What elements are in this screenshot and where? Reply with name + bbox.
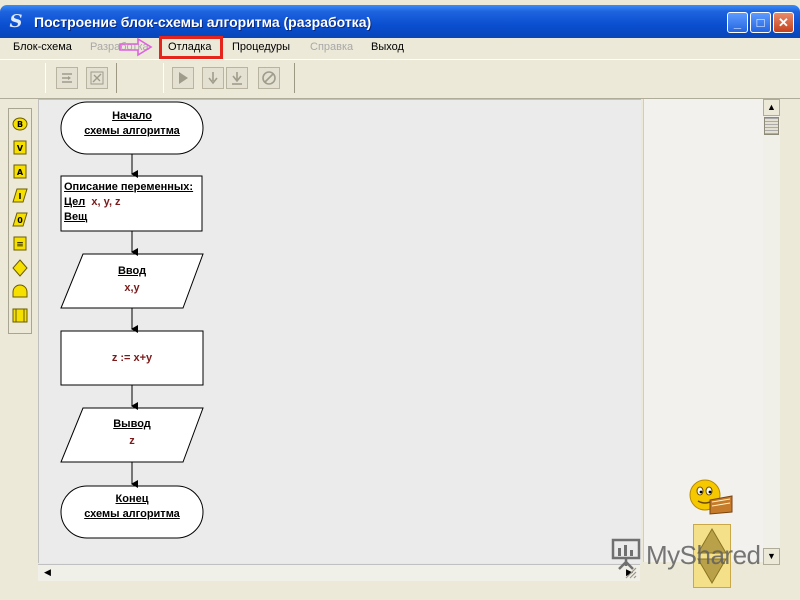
arrow-down-icon: ▼ [767, 551, 776, 561]
close-icon: ✕ [778, 15, 789, 30]
menu-item-exit[interactable]: Выход [371, 41, 404, 53]
presentation-board-icon [611, 538, 641, 570]
palette-assign[interactable]: A [12, 163, 28, 181]
palette-begin[interactable]: B [12, 115, 28, 133]
menu-item-help[interactable]: Справка [310, 41, 353, 53]
input-block[interactable]: Ввод x,y [61, 265, 203, 294]
menu-item-procedures[interactable]: Процедуры [232, 41, 290, 53]
palette-procedure[interactable] [12, 307, 28, 325]
run-button[interactable] [172, 67, 194, 89]
end-block-icon [12, 284, 28, 298]
end-block-line2: схемы алгоритма [84, 508, 180, 520]
end-block-line1: Конец [115, 493, 149, 505]
output-block-title: Вывод [113, 418, 151, 430]
minimize-button[interactable]: _ [727, 12, 748, 33]
start-block-line1: Начало [112, 110, 152, 122]
flowchart-canvas[interactable]: Начало схемы алгоритма Описание переменн… [38, 99, 641, 563]
watch-button[interactable] [86, 67, 108, 89]
title-bar[interactable]: S Построение блок-схемы алгоритма (разра… [0, 5, 800, 38]
palette-loop[interactable]: 0 [12, 211, 28, 229]
horizontal-scrollbar[interactable]: ◀ ▶ [38, 564, 640, 581]
assign-block-expr: z := x+y [111, 352, 153, 364]
palette-end[interactable] [12, 283, 28, 301]
vars-block[interactable]: Описание переменных: Цел x, y, z Вещ [64, 181, 202, 223]
vars-block-title: Описание переменных: [64, 181, 194, 193]
start-block[interactable]: Начало схемы алгоритма [61, 110, 203, 137]
step-into-button[interactable] [202, 67, 224, 89]
procedure-block-icon [12, 308, 28, 323]
end-block[interactable]: Конец схемы алгоритма [61, 493, 203, 520]
block-palette: B V A I 0 ≡ [8, 108, 32, 334]
toolbar-group-debug [163, 63, 295, 93]
arrow-up-icon: ▲ [767, 102, 776, 112]
toolbar-group-edit [45, 63, 117, 93]
scroll-up-button[interactable]: ▲ [763, 99, 780, 116]
app-icon: S [9, 11, 23, 32]
svg-text:V: V [17, 144, 24, 153]
vars-real-label: Вещ [64, 211, 88, 223]
palette-input[interactable]: V [12, 139, 28, 157]
vars-int-label: Цел [64, 196, 86, 208]
maximize-button[interactable]: □ [750, 12, 771, 33]
svg-text:0: 0 [17, 216, 23, 225]
loop-block-icon: 0 [12, 212, 28, 227]
step-over-button[interactable] [56, 67, 78, 89]
run-icon [179, 72, 188, 84]
app-window: S Построение блок-схемы алгоритма (разра… [0, 0, 800, 600]
watermark-text: MyShared [646, 540, 761, 570]
vars-int-list: x, y, z [91, 196, 121, 208]
step-into-icon [208, 72, 218, 85]
start-block-line2: схемы алгоритма [84, 125, 180, 137]
list-block-icon: ≡ [13, 236, 27, 251]
assign-block-icon: A [13, 164, 27, 179]
scroll-left-button[interactable]: ◀ [40, 565, 55, 580]
vertical-scrollbar[interactable]: ▲ ▼ [763, 99, 780, 565]
debug-menu-highlight [159, 36, 223, 59]
minimize-icon: _ [733, 15, 742, 30]
window-title: Построение блок-схемы алгоритма (разрабо… [34, 14, 372, 30]
step-out-button[interactable] [226, 67, 248, 89]
maximize-icon: □ [756, 15, 765, 30]
palette-decision[interactable] [12, 259, 28, 277]
smiley-reading-icon [689, 479, 733, 515]
step-over-icon [62, 73, 72, 83]
input-block-vars: x,y [124, 282, 140, 294]
svg-text:≡: ≡ [16, 240, 24, 250]
decision-block-icon [12, 259, 28, 277]
watch-icon [90, 71, 104, 85]
svg-text:I: I [19, 192, 22, 201]
palette-list[interactable]: ≡ [12, 235, 28, 253]
svg-text:B: B [17, 120, 23, 129]
close-button[interactable]: ✕ [773, 12, 794, 33]
scroll-thumb[interactable] [764, 117, 779, 135]
output-block-icon: I [12, 188, 28, 203]
assign-block[interactable]: z := x+y [61, 352, 203, 364]
output-block[interactable]: Вывод z [61, 418, 203, 447]
stop-icon [262, 71, 276, 85]
begin-block-icon: B [12, 117, 28, 131]
svg-text:A: A [17, 168, 24, 177]
scroll-down-button[interactable]: ▼ [763, 548, 780, 565]
menu-item-block-scheme[interactable]: Блок-схема [13, 41, 72, 53]
output-block-vars: z [129, 435, 135, 447]
watermark: MyShared [610, 536, 761, 576]
palette-output[interactable]: I [12, 187, 28, 205]
step-out-icon [232, 72, 242, 85]
toolbar [0, 59, 800, 99]
stop-button[interactable] [258, 67, 280, 89]
pointer-arrow-icon [119, 37, 153, 57]
input-block-icon: V [13, 140, 27, 155]
input-block-title: Ввод [117, 265, 147, 277]
arrow-left-icon: ◀ [44, 567, 51, 577]
